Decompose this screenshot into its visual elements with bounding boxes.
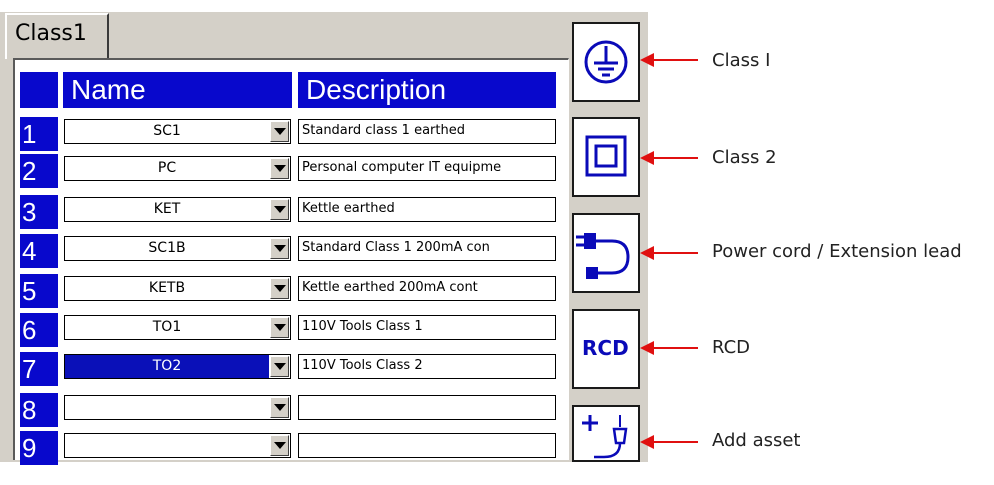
chevron-down-icon[interactable] [270,121,289,142]
chevron-down-icon[interactable] [270,356,289,377]
name-value [65,434,269,457]
name-dropdown[interactable]: KETB [64,276,291,301]
description-value: Personal computer IT equipme [302,160,502,175]
description-value: Standard class 1 earthed [302,123,465,138]
description-value: Kettle earthed 200mA cont [302,280,478,295]
description-field[interactable]: Standard Class 1 200mA con [298,236,556,261]
chevron-down-icon[interactable] [270,278,289,299]
row-number: 1 [20,117,58,151]
class2-arrow [640,151,698,165]
rcd-arrow [640,341,698,355]
plug-cord-icon [576,233,630,279]
chevron-down-icon[interactable] [270,238,289,259]
row-number-label: 2 [22,156,37,186]
chevron-down-icon[interactable] [270,435,289,456]
description-field[interactable] [298,395,556,420]
rcd-button[interactable]: RCD [572,309,640,389]
name-dropdown[interactable] [64,433,291,458]
row-number: 4 [20,234,58,268]
header-corner [20,72,58,108]
row-number: 3 [20,195,58,229]
row-number-label: 6 [22,315,37,345]
class1-button[interactable] [572,22,640,102]
row-number: 8 [20,393,58,427]
row-number: 6 [20,313,58,347]
description-value: 110V Tools Class 1 [302,319,423,334]
header-name: Name [63,72,292,108]
row-number-label: 3 [22,197,37,227]
class2-callout: Class 2 [712,147,777,168]
row-number: 5 [20,274,58,308]
chevron-down-icon[interactable] [270,397,289,418]
description-field[interactable]: 110V Tools Class 2 [298,354,556,379]
description-value: 110V Tools Class 2 [302,358,423,373]
description-value: Kettle earthed [302,201,395,216]
name-dropdown[interactable]: TO1 [64,315,291,340]
row-number-label: 7 [22,354,37,384]
name-value: SC1 [153,123,181,139]
row-number-label: 9 [22,433,37,463]
chevron-down-icon[interactable] [270,199,289,220]
description-value: Standard Class 1 200mA con [302,240,490,255]
earth-ground-icon [584,40,628,84]
name-value: KETB [148,280,186,296]
chevron-down-icon[interactable] [270,317,289,338]
power-cord-button[interactable] [572,213,640,293]
description-field[interactable]: Kettle earthed 200mA cont [298,276,556,301]
name-dropdown[interactable]: PC [64,156,291,181]
rcd-label: RCD [582,336,629,360]
class1-arrow [640,53,698,67]
description-field[interactable]: Kettle earthed [298,197,556,222]
header-name-label: Name [71,74,146,105]
description-field[interactable]: Personal computer IT equipme [298,156,556,181]
chevron-down-icon[interactable] [270,158,289,179]
rcd-callout: RCD [712,337,751,358]
power-cord-arrow [640,246,698,260]
row-number: 9 [20,431,58,465]
class2-button[interactable] [572,117,640,197]
name-value: KET [153,201,181,217]
row-number-label: 1 [22,119,37,149]
row-number-label: 4 [22,236,37,266]
description-field[interactable]: 110V Tools Class 1 [298,315,556,340]
add-asset-arrow [640,435,698,449]
name-value: PC [157,160,177,176]
device-screen: Class1 Name Description 1 SC1 Standard cla… [0,0,648,465]
row-number-label: 8 [22,395,37,425]
name-dropdown[interactable]: SC1B [64,236,291,261]
class1-callout: Class I [712,50,771,71]
name-value: SC1B [148,240,186,256]
add-asset-callout: Add asset [712,430,801,451]
row-number: 2 [20,154,58,188]
header-description-label: Description [306,74,447,105]
tab-class1[interactable]: Class1 [5,13,109,59]
row-number: 7 [20,352,58,386]
row-number-label: 5 [22,276,37,306]
add-plug-icon [582,415,628,459]
power-cord-callout: Power cord / Extension lead [712,241,962,262]
name-value [65,396,269,419]
name-dropdown[interactable]: KET [64,197,291,222]
name-dropdown[interactable]: SC1 [64,119,291,144]
add-asset-button[interactable] [572,405,640,462]
description-field[interactable] [298,433,556,458]
double-square-icon [585,135,627,177]
tab-label: Class1 [15,21,87,46]
name-value: TO1 [152,319,182,335]
header-description: Description [298,72,556,108]
description-field[interactable]: Standard class 1 earthed [298,119,556,144]
name-value: TO2 [65,355,269,378]
name-dropdown[interactable]: TO2 [64,354,291,379]
name-dropdown[interactable] [64,395,291,420]
